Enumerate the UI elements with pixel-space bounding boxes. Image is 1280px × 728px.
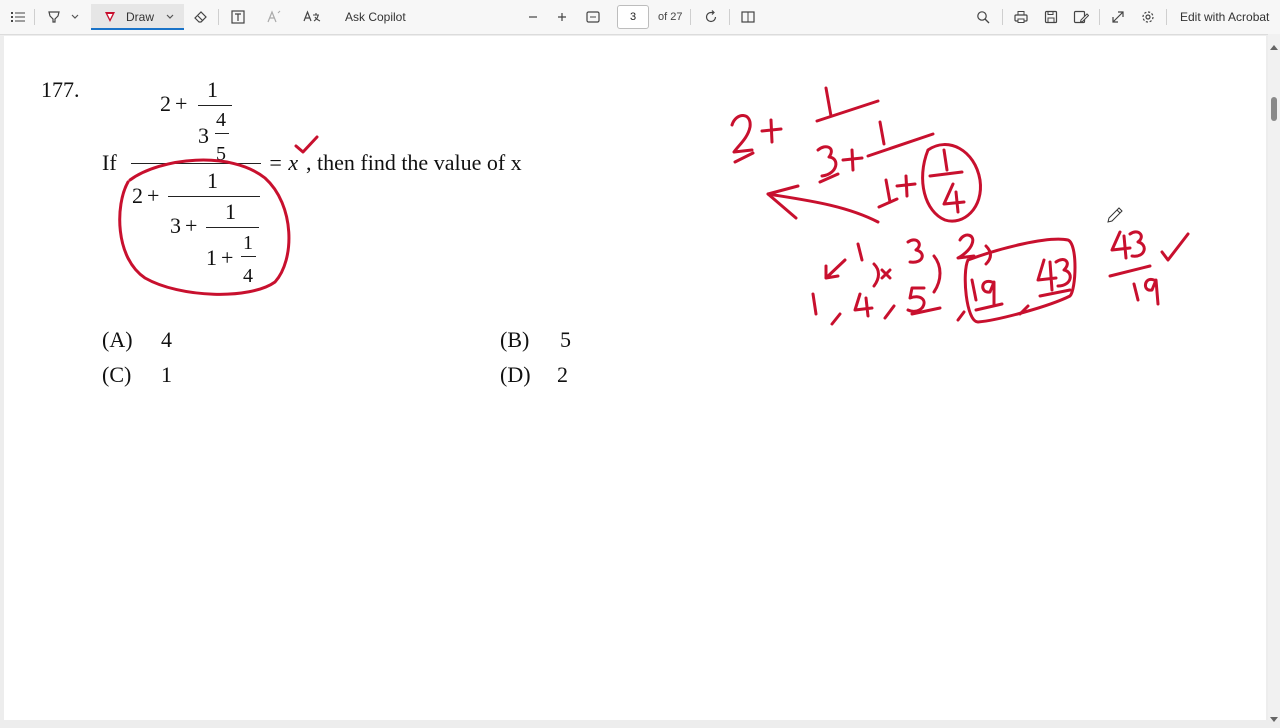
ink-result-four: [1110, 230, 1132, 260]
ink-one-top: [824, 86, 833, 118]
ink-result-bar: [1108, 264, 1152, 278]
ink-result-three: [1128, 230, 1146, 258]
pencil-cursor-icon: [1107, 207, 1123, 223]
ink-quarter-four: [942, 182, 966, 214]
ink-seq-comma-2: [883, 304, 896, 320]
ink-seq-arrow: [824, 258, 847, 280]
ink-seq-five: [906, 286, 926, 313]
ink-plus: [760, 118, 783, 144]
ink-arrow-head: [766, 184, 800, 220]
ink-seq-two: [956, 233, 976, 260]
ink-check-mark: [294, 135, 319, 154]
ink-box-tail: [956, 310, 966, 322]
ink-box-one: [970, 278, 978, 302]
ink-bar-top: [815, 99, 880, 123]
ink-result-one: [1132, 282, 1140, 302]
ink-seq-three: [906, 238, 924, 264]
ink-seq-comma: [830, 312, 842, 326]
ink-seq-x: [880, 268, 892, 280]
ink-two-underline: [733, 151, 755, 164]
ink-box-four: [1036, 258, 1058, 292]
ink-one-low-underline: [877, 197, 899, 209]
ink-one-mid: [878, 120, 886, 146]
ink-box-nine: [981, 279, 996, 306]
handwritten-annotations: [118, 86, 1190, 326]
ink-quarter-one: [942, 148, 949, 172]
ink-box-underline-2: [1038, 288, 1072, 298]
ink-one-low: [884, 178, 892, 204]
ink-plus-2: [841, 148, 864, 172]
ink-plus-3: [895, 174, 917, 198]
ink-box-underline: [974, 302, 1004, 312]
ink-two: [730, 114, 754, 154]
ink-result-nine: [1144, 277, 1160, 306]
ink-seq-bracket-2: [932, 254, 942, 294]
ink-circle-quarter: [921, 143, 982, 223]
ink-bar-mid: [866, 132, 935, 158]
ink-quarter-bar: [928, 170, 964, 178]
ink-seq-one: [811, 292, 818, 316]
ink-three: [816, 145, 838, 178]
ink-seq-bracket: [872, 262, 880, 288]
ink-box-three: [1054, 258, 1072, 288]
ink-result-check: [1160, 232, 1190, 262]
ink-seq-four: [853, 292, 874, 318]
ink-seq-one-top: [856, 242, 864, 262]
ink-circle-denominator: [118, 158, 291, 296]
